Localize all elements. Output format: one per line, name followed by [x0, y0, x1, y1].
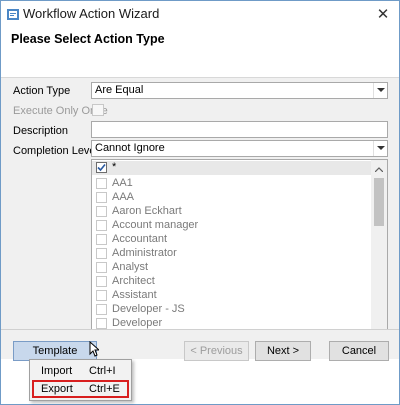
checkbox[interactable]	[96, 318, 107, 329]
role-checklist[interactable]: * AA1 AAA Aaron Eckhart Account manager …	[91, 159, 388, 329]
menu-item-import[interactable]: Import Ctrl+I	[32, 362, 129, 380]
action-type-select[interactable]: Are Equal	[91, 82, 388, 99]
list-item-label: Account manager	[112, 219, 199, 231]
scroll-thumb[interactable]	[374, 178, 384, 226]
completion-level-value: Cannot Ignore	[95, 142, 165, 154]
list-item-label: AAA	[112, 191, 135, 203]
list-item[interactable]: AAA	[92, 191, 372, 205]
export-label: Export	[41, 383, 73, 395]
wizard-footer: Template < Previous Next > Cancel	[1, 329, 399, 361]
title-bar: Workflow Action Wizard ✕	[1, 1, 399, 29]
list-item[interactable]: Developer - JS	[92, 303, 372, 317]
list-item[interactable]: Administrator	[92, 247, 372, 261]
list-item[interactable]: Analyst	[92, 261, 372, 275]
description-label: Description	[13, 125, 69, 137]
template-menu: Import Ctrl+I Export Ctrl+E	[29, 359, 132, 401]
completion-level-label: Completion Level	[13, 145, 98, 157]
list-item[interactable]: AA1	[92, 177, 372, 191]
cancel-button[interactable]: Cancel	[329, 341, 389, 361]
list-item-label: Aaron Eckhart	[112, 205, 182, 217]
wizard-header: Please Select Action Type	[1, 29, 399, 77]
list-item-label: Architect	[112, 275, 155, 287]
chevron-up-icon[interactable]	[374, 163, 384, 175]
list-item-label: Administrator	[112, 247, 177, 259]
list-item[interactable]: Architect	[92, 275, 372, 289]
checkbox[interactable]	[96, 290, 107, 301]
list-item[interactable]: *	[92, 161, 372, 175]
execute-once-checkbox[interactable]	[92, 104, 104, 116]
description-input[interactable]	[91, 121, 388, 138]
next-button[interactable]: Next >	[255, 341, 311, 361]
workflow-icon	[7, 9, 19, 20]
checkbox[interactable]	[96, 262, 107, 273]
window-title: Workflow Action Wizard	[23, 6, 160, 21]
previous-button[interactable]: < Previous	[184, 341, 249, 361]
action-type-value: Are Equal	[95, 84, 144, 96]
page-title: Please Select Action Type	[11, 32, 165, 46]
list-item[interactable]: Developer	[92, 317, 372, 329]
checkbox[interactable]	[96, 234, 107, 245]
checkbox-checked[interactable]	[96, 162, 107, 173]
checkbox[interactable]	[96, 206, 107, 217]
import-label: Import	[41, 365, 73, 377]
list-item[interactable]: Accountant	[92, 233, 372, 247]
list-item-label: AA1	[112, 177, 133, 189]
list-item[interactable]: Assistant	[92, 289, 372, 303]
import-shortcut: Ctrl+I	[89, 365, 116, 377]
template-button[interactable]: Template	[13, 341, 97, 361]
wizard-window: Workflow Action Wizard ✕ Please Select A…	[0, 0, 400, 405]
list-item-label: Accountant	[112, 233, 168, 245]
list-item-label: Assistant	[112, 289, 157, 301]
action-type-label: Action Type	[13, 85, 71, 97]
completion-level-select[interactable]: Cannot Ignore	[91, 140, 388, 157]
export-shortcut: Ctrl+E	[89, 383, 120, 395]
checkbox[interactable]	[96, 304, 107, 315]
checkbox[interactable]	[96, 178, 107, 189]
menu-item-export[interactable]: Export Ctrl+E	[32, 380, 129, 398]
close-icon[interactable]: ✕	[373, 5, 393, 25]
chevron-down-icon[interactable]	[373, 141, 387, 156]
mouse-cursor-icon	[89, 340, 101, 360]
list-item[interactable]: Account manager	[92, 219, 372, 233]
checkbox[interactable]	[96, 192, 107, 203]
checkbox[interactable]	[96, 248, 107, 259]
chevron-down-icon[interactable]	[373, 83, 387, 98]
list-item-label: Developer	[112, 317, 163, 329]
list-item-label: *	[112, 161, 117, 173]
checkbox[interactable]	[96, 276, 107, 287]
list-item-label: Analyst	[112, 261, 149, 273]
list-item-label: Developer - JS	[112, 303, 185, 315]
list-scrollbar[interactable]	[371, 160, 387, 329]
checkbox[interactable]	[96, 220, 107, 231]
list-item[interactable]: Aaron Eckhart	[92, 205, 372, 219]
